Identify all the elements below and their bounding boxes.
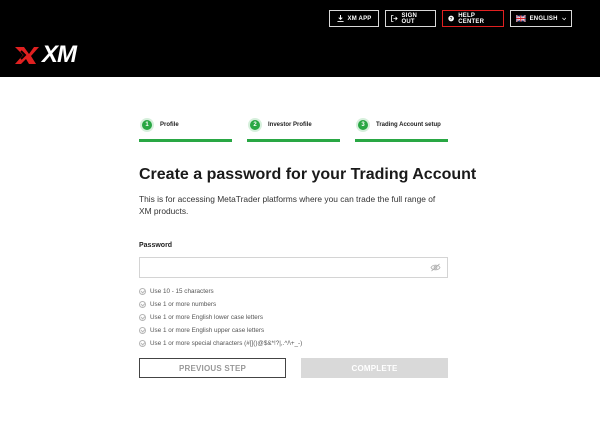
xm-app-label: XM APP — [347, 15, 372, 22]
language-selector[interactable]: ENGLISH — [510, 10, 572, 27]
xm-logo-mark-icon — [15, 47, 39, 64]
uk-flag-icon — [516, 15, 526, 22]
help-center-button[interactable]: ? HELP CENTER — [442, 10, 504, 27]
xm-logo-text: XM — [42, 41, 77, 68]
requirement-special: Use 1 or more special characters (#[]()@… — [139, 337, 302, 350]
check-circle-icon — [139, 301, 146, 308]
previous-step-button[interactable]: PREVIOUS STEP — [139, 358, 286, 378]
step-label: Profile — [160, 122, 179, 128]
requirement-length: Use 10 - 15 characters — [139, 285, 302, 298]
xm-app-button[interactable]: XM APP — [329, 10, 379, 27]
language-label: ENGLISH — [529, 15, 558, 22]
help-icon: ? — [448, 15, 454, 22]
progress-stepper: 1 Profile 2 Investor Profile 3 Trading A… — [139, 113, 448, 142]
xm-logo[interactable]: XM — [14, 41, 77, 68]
step-number: 3 — [356, 118, 370, 132]
check-circle-icon — [139, 314, 146, 321]
top-header: XM APP SIGN OUT ? HELP CENTER ENGLISH XM — [0, 0, 600, 77]
requirement-uppercase: Use 1 or more English upper case letters — [139, 324, 302, 337]
check-circle-icon — [139, 327, 146, 334]
requirement-text: Use 10 - 15 characters — [150, 288, 214, 295]
complete-button[interactable]: COMPLETE — [301, 358, 448, 378]
requirement-numbers: Use 1 or more numbers — [139, 298, 302, 311]
help-center-label: HELP CENTER — [458, 12, 485, 25]
requirement-text: Use 1 or more numbers — [150, 301, 217, 308]
page-description: This is for accessing MetaTrader platfor… — [139, 194, 436, 216]
requirement-text: Use 1 or more special characters (#[]()@… — [150, 340, 303, 347]
sign-out-icon — [391, 15, 398, 22]
step-label: Investor Profile — [268, 122, 312, 128]
requirement-text: Use 1 or more English upper case letters — [150, 327, 265, 334]
page-title: Create a password for your Trading Accou… — [139, 166, 477, 183]
eye-slash-icon[interactable] — [430, 263, 441, 272]
chevron-down-icon — [561, 17, 566, 20]
password-label: Password — [139, 242, 173, 249]
sign-out-button[interactable]: SIGN OUT — [385, 10, 436, 27]
check-circle-icon — [139, 340, 146, 347]
step-profile: 1 Profile — [139, 113, 232, 142]
requirement-text: Use 1 or more English lower case letters — [150, 314, 264, 321]
check-circle-icon — [139, 288, 146, 295]
header-actions: XM APP SIGN OUT ? HELP CENTER ENGLISH — [329, 10, 572, 27]
step-number: 1 — [140, 118, 154, 132]
svg-text:?: ? — [450, 16, 453, 21]
step-label: Trading Account setup — [376, 122, 441, 128]
password-input[interactable] — [139, 257, 448, 278]
sign-out-label: SIGN OUT — [401, 12, 417, 25]
step-trading-account-setup: 3 Trading Account setup — [355, 113, 448, 142]
step-number: 2 — [248, 118, 262, 132]
requirement-lowercase: Use 1 or more English lower case letters — [139, 311, 302, 324]
password-requirements: Use 10 - 15 characters Use 1 or more num… — [139, 285, 302, 350]
download-icon — [336, 15, 344, 22]
step-investor-profile: 2 Investor Profile — [247, 113, 340, 142]
